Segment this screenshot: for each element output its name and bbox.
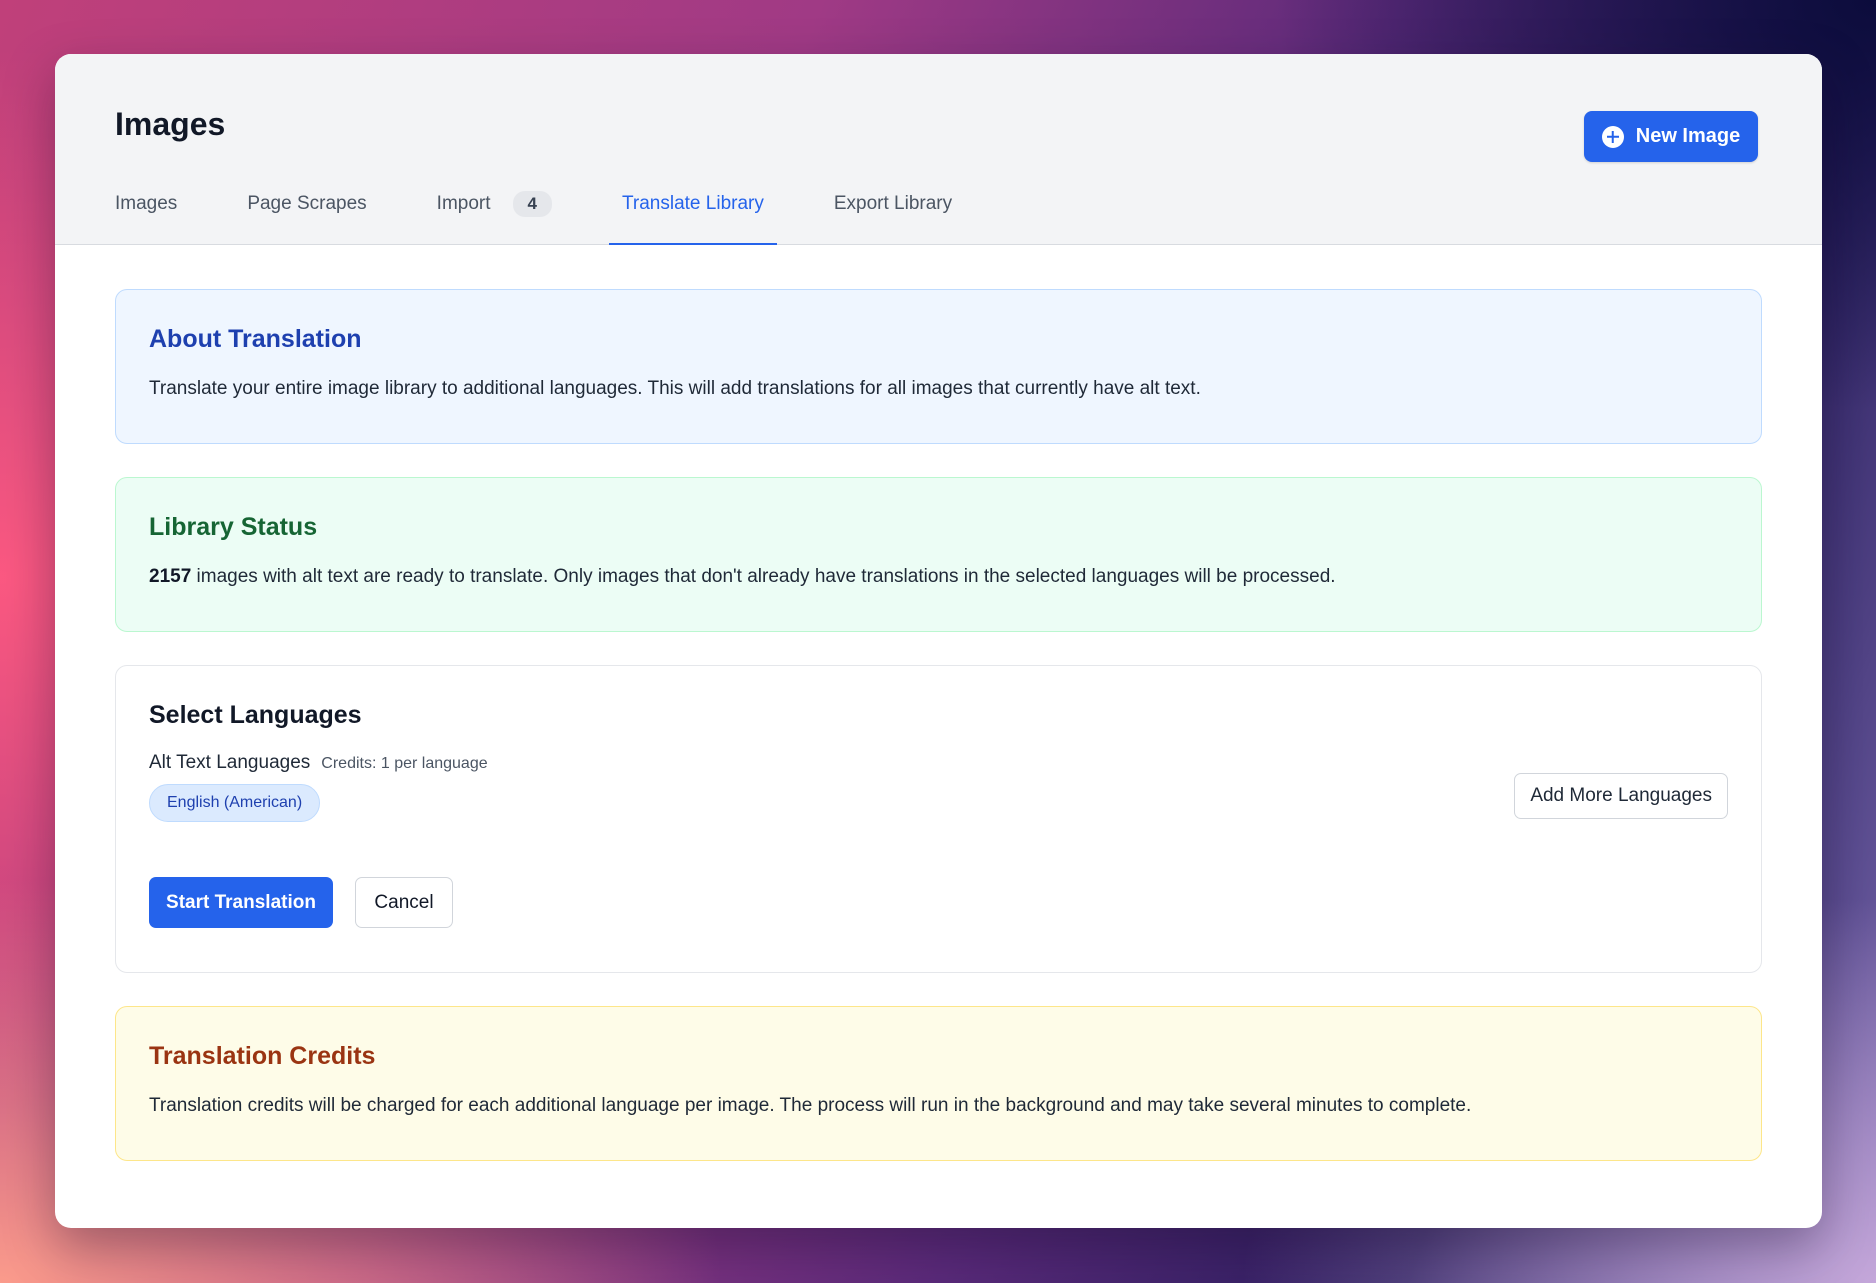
tab-label: Export Library: [833, 193, 953, 214]
start-translation-button[interactable]: Start Translation: [149, 877, 333, 928]
main-content: About Translation Translate your entire …: [55, 245, 1822, 1161]
import-count-badge: 4: [512, 191, 552, 217]
page-title: Images: [115, 106, 226, 142]
alt-text-languages-row: Alt Text Languages Credits: 1 per langua…: [149, 752, 1728, 774]
translation-actions: Start Translation Cancel: [149, 877, 1728, 928]
new-image-button[interactable]: New Image: [1584, 111, 1758, 162]
status-description: images with alt text are ready to transl…: [191, 566, 1336, 587]
tab-images[interactable]: Images: [115, 172, 177, 244]
tab-label: Images: [115, 193, 178, 214]
about-title: About Translation: [149, 325, 362, 353]
tab-bar: Images Page Scrapes Import 4 Translate L…: [115, 172, 1022, 245]
credits-note: Credits: 1 per language: [321, 755, 488, 772]
tab-label: Translate Library: [622, 193, 764, 214]
tab-label: Import: [436, 193, 491, 214]
translation-credits-card: Translation Credits Translation credits …: [115, 1006, 1762, 1161]
tab-label: Page Scrapes: [247, 193, 367, 214]
status-text: 2157 images with alt text are ready to t…: [149, 566, 1728, 588]
app-window: Images New Image Images Page Scrapes Imp…: [55, 54, 1822, 1228]
tab-export-library[interactable]: Export Library: [834, 172, 952, 244]
status-title: Library Status: [149, 513, 318, 541]
cancel-button[interactable]: Cancel: [355, 877, 453, 928]
plus-circle-icon: [1601, 125, 1624, 148]
credits-text: Translation credits will be charged for …: [149, 1095, 1472, 1116]
library-status-card: Library Status 2157 images with alt text…: [115, 477, 1762, 632]
credits-title: Translation Credits: [149, 1042, 376, 1070]
page-header: Images New Image Images Page Scrapes Imp…: [55, 54, 1822, 245]
language-chip-english-american[interactable]: English (American): [149, 784, 321, 822]
tab-translate-library[interactable]: Translate Library: [609, 172, 777, 245]
ready-image-count: 2157: [149, 566, 192, 587]
alt-text-languages-label: Alt Text Languages: [149, 752, 311, 773]
languages-title: Select Languages: [149, 701, 362, 729]
select-languages-card: Select Languages Alt Text Languages Cred…: [115, 665, 1762, 973]
about-text: Translate your entire image library to a…: [149, 378, 1201, 399]
new-image-label: New Image: [1635, 125, 1741, 147]
tab-page-scrapes[interactable]: Page Scrapes: [247, 172, 366, 244]
add-more-languages-button[interactable]: Add More Languages: [1514, 773, 1728, 819]
about-translation-card: About Translation Translate your entire …: [115, 289, 1762, 444]
tab-import[interactable]: Import 4: [437, 172, 552, 244]
